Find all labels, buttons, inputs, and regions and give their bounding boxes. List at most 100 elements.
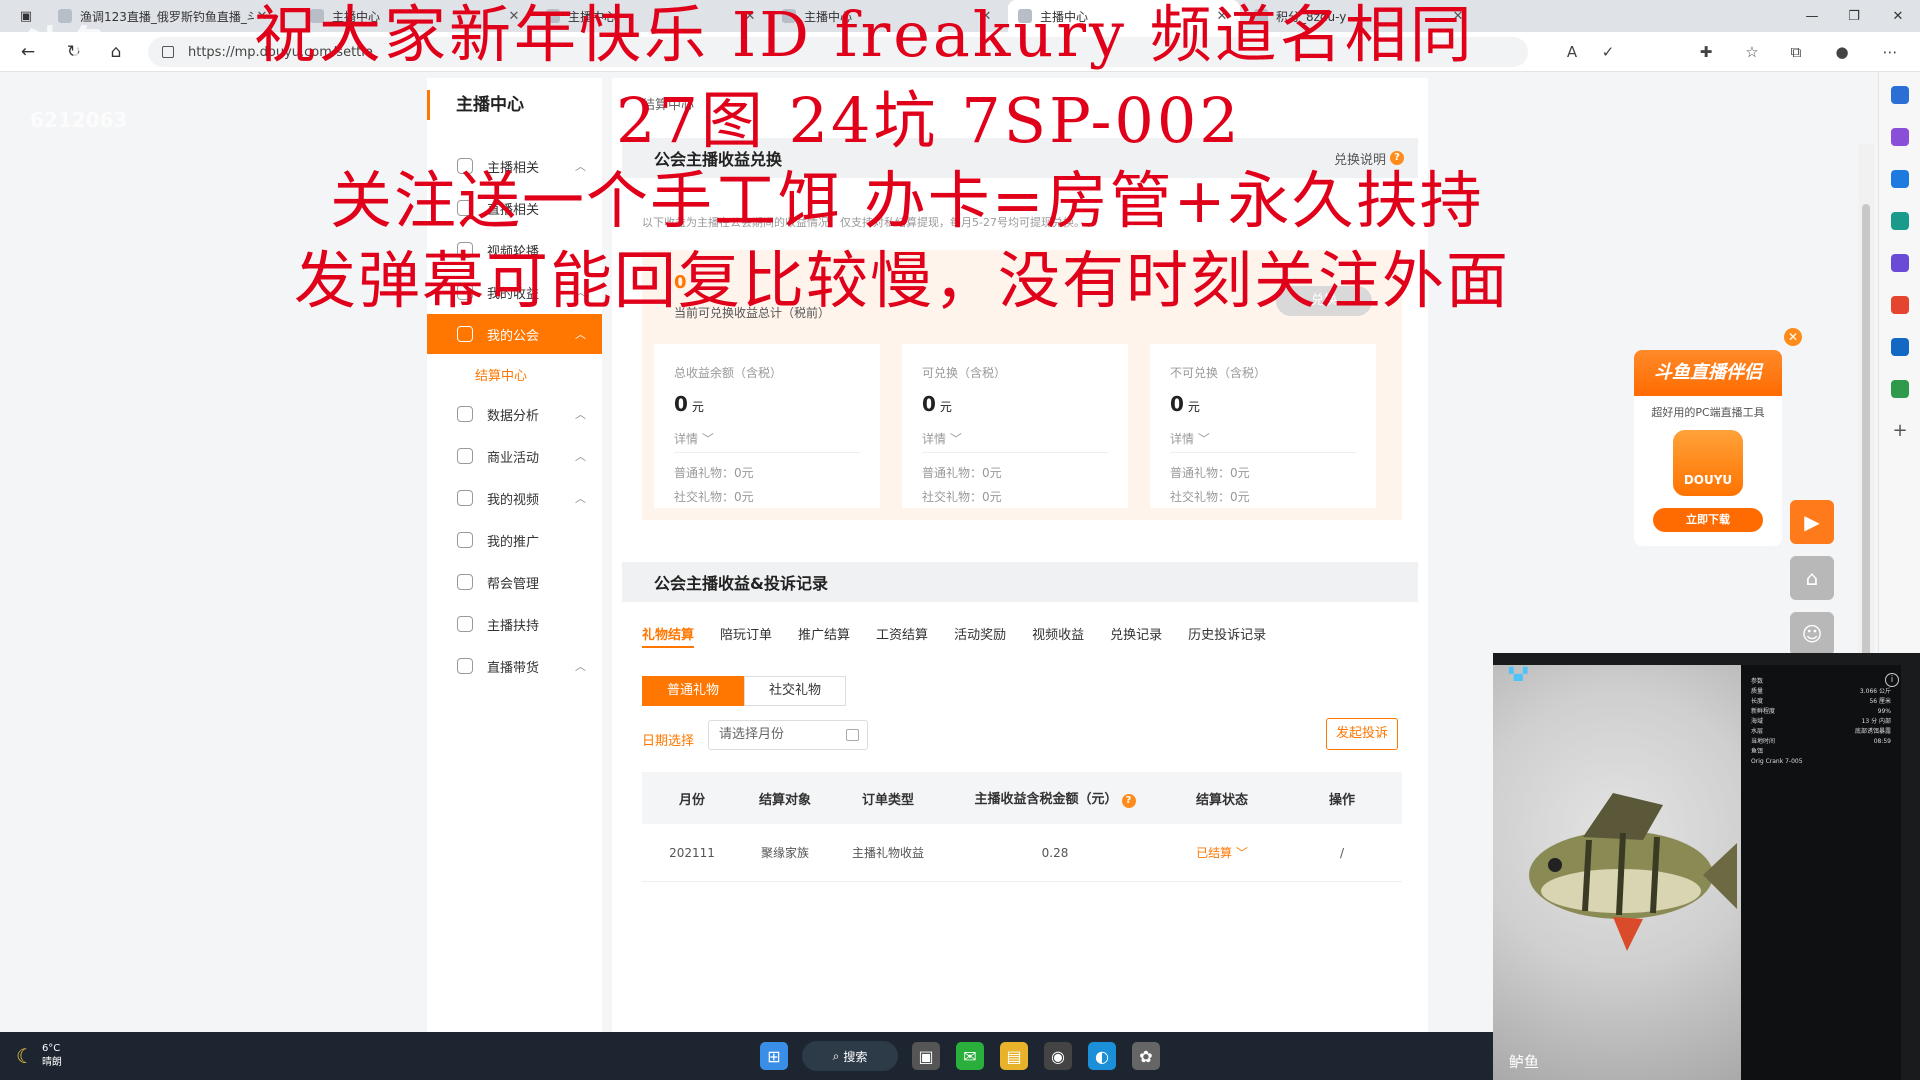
perch-fish-image [1529, 793, 1737, 951]
restore-button[interactable]: ❐ [1832, 0, 1876, 32]
card-detail-toggle[interactable]: 详情 ﹀ [674, 430, 714, 447]
card-normal-gift: 普通礼物：0元 [1170, 466, 1250, 480]
robot-icon[interactable]: ☺ [1790, 612, 1834, 656]
records-tab[interactable]: 工资结算 [876, 624, 928, 648]
nav-item[interactable]: 主播扶持 [427, 604, 602, 644]
nav-subitem-label: 结算中心 [475, 368, 528, 384]
thumb-icon [457, 616, 473, 632]
stat-value: 99% [1877, 708, 1891, 715]
weather-widget[interactable]: ☾ 6°C 晴朗 [16, 1042, 62, 1070]
caption-line-1: 祝大家新年快乐 ID freakury 频道名相同 [254, 0, 1475, 71]
card-amount-unit: 元 [939, 400, 952, 414]
card-divider [1170, 452, 1356, 453]
records-tab[interactable]: 活动奖励 [954, 624, 1006, 648]
games-icon[interactable] [1891, 254, 1909, 272]
cell-type: 主播礼物收益 [851, 846, 924, 860]
game-app-icon[interactable]: ✿ [1132, 1042, 1160, 1070]
weather-temp: 6°C [41, 1043, 61, 1054]
stat-row: 水层 底部诱饵暴露 [1751, 727, 1891, 737]
favorites-icon[interactable]: ☆ [1740, 41, 1764, 63]
fish-name: 鲈鱼 [1509, 1053, 1540, 1071]
chevron-up-icon[interactable]: ︿ [575, 658, 586, 674]
records-tab[interactable]: 推广结算 [798, 624, 850, 648]
chevron-down-icon: ﹀ [1197, 432, 1210, 446]
card-normal-gift: 普通礼物：0元 [674, 466, 754, 480]
puzzle-icon[interactable]: ✚ [1694, 41, 1718, 63]
bag-icon [457, 658, 473, 674]
column-header: 结算对象 [742, 789, 828, 808]
profile-avatar[interactable]: ● [1830, 41, 1854, 63]
nav-item[interactable]: 帮会管理 [427, 562, 602, 602]
start-icon[interactable]: ⊞ [760, 1042, 788, 1070]
edge-browser-icon[interactable]: ◐ [1088, 1042, 1116, 1070]
nav-item[interactable]: 我的推广 [427, 520, 602, 560]
douyu-companion-ad[interactable]: 斗鱼直播伴侣 超好用的PC端直播工具 DOUYU 立即下载 [1634, 350, 1782, 546]
file-explorer-icon[interactable]: ▤ [1000, 1042, 1028, 1070]
stat-row: 当地时间 08:59 [1751, 737, 1891, 747]
obs-icon[interactable]: ◉ [1044, 1042, 1072, 1070]
stat-key: 长度 [1751, 698, 1764, 705]
taskbar-search-label: 搜索 [843, 1049, 868, 1064]
page-scrollbar[interactable] [1858, 144, 1874, 724]
read-aloud-icon[interactable]: A [1560, 41, 1584, 63]
question-icon[interactable]: ? [1121, 794, 1136, 808]
taskbar-search[interactable]: ⌕ 搜索 [802, 1041, 898, 1071]
film-icon [457, 490, 473, 506]
complain-button[interactable]: 发起投诉 [1326, 718, 1398, 750]
home-float-icon[interactable]: ⌂ [1790, 556, 1834, 600]
copilot-icon[interactable] [1891, 128, 1909, 146]
stat-row: 鱼饵 [1751, 747, 1891, 757]
balance-card: 不可兑换（含税） 0 元详情 ﹀ 普通礼物：0元 社交礼物：0元 [1150, 344, 1376, 508]
info-icon[interactable]: i [1885, 673, 1899, 687]
chevron-up-icon[interactable]: ︿ [575, 406, 586, 422]
shopping-icon[interactable] [1891, 170, 1909, 188]
column-header-label: 订单类型 [861, 792, 914, 808]
nav-item[interactable]: 商业活动 ︿ [427, 436, 602, 476]
tools-icon[interactable] [1891, 212, 1909, 230]
card-detail-toggle[interactable]: 详情 ﹀ [922, 430, 962, 447]
scrollbar-thumb[interactable] [1862, 204, 1870, 704]
chevron-up-icon[interactable]: ︿ [575, 326, 586, 342]
stat-row: 质量 3.066 公斤 [1751, 687, 1891, 697]
minimize-button[interactable]: — [1790, 0, 1834, 32]
outlook-icon[interactable] [1891, 338, 1909, 356]
records-tab[interactable]: 陪玩订单 [720, 624, 772, 648]
nav-item[interactable]: 我的公会 ︿ [427, 314, 602, 354]
extension-icon[interactable]: ✓ [1596, 41, 1620, 63]
ad-close-icon[interactable]: ✕ [1784, 328, 1802, 346]
gift-type-segment[interactable]: 普通礼物 [642, 676, 744, 706]
card-amount-value: 0 [922, 392, 936, 416]
wechat-icon[interactable]: ✉ [956, 1042, 984, 1070]
caption-line-4: 发弹幕可能回复比较慢，没有时刻关注外面 [294, 244, 1511, 317]
live-play-icon[interactable]: ▶ [1790, 500, 1834, 544]
cell-status[interactable]: 已结算 ﹀ [1162, 844, 1282, 861]
collections-icon[interactable]: ⧉ [1784, 41, 1808, 63]
close-window-button[interactable]: ✕ [1876, 0, 1920, 32]
tree-icon[interactable] [1891, 380, 1909, 398]
chevron-up-icon[interactable]: ︿ [575, 490, 586, 506]
ad-download-button[interactable]: 立即下载 [1653, 508, 1763, 532]
records-tab[interactable]: 兑换记录 [1110, 624, 1162, 648]
more-icon[interactable]: ⋯ [1878, 41, 1902, 63]
nav-subitem-settlement[interactable]: 结算中心 [427, 356, 602, 392]
search-icon[interactable] [1891, 86, 1909, 104]
records-tab[interactable]: 历史投诉记录 [1188, 624, 1266, 648]
nav-item-label: 直播带货 [487, 660, 540, 676]
gift-type-segment[interactable]: 社交礼物 [744, 676, 846, 706]
nav-item[interactable]: 数据分析 ︿ [427, 394, 602, 434]
month-picker-input[interactable]: 请选择月份 [708, 720, 868, 750]
caption-line-3: 关注送一个手工饵 办卡=房管+永久扶持 [330, 164, 1484, 237]
records-section-header: 公会主播收益&投诉记录 [622, 562, 1418, 602]
column-header: 月份 [642, 789, 742, 808]
card-detail-toggle[interactable]: 详情 ﹀ [1170, 430, 1210, 447]
records-tab[interactable]: 视频收益 [1032, 624, 1084, 648]
add-icon[interactable]: + [1891, 422, 1909, 440]
screen: ▣ 渔调123直播_俄罗斯钓鱼直播_斗 ✕ 主播中心 ✕ 主播中心 ✕ 主播中心 ✕ 主播中心 ✕… [0, 0, 1920, 1080]
chevron-up-icon[interactable]: ︿ [575, 448, 586, 464]
office-icon[interactable] [1891, 296, 1909, 314]
records-tab[interactable]: 礼物结算 [642, 624, 695, 648]
chevron-down-icon: ﹀ [949, 432, 962, 446]
nav-item[interactable]: 我的视频 ︿ [427, 478, 602, 518]
nav-item[interactable]: 直播带货 ︿ [427, 646, 602, 686]
task-view-icon[interactable]: ▣ [912, 1042, 940, 1070]
